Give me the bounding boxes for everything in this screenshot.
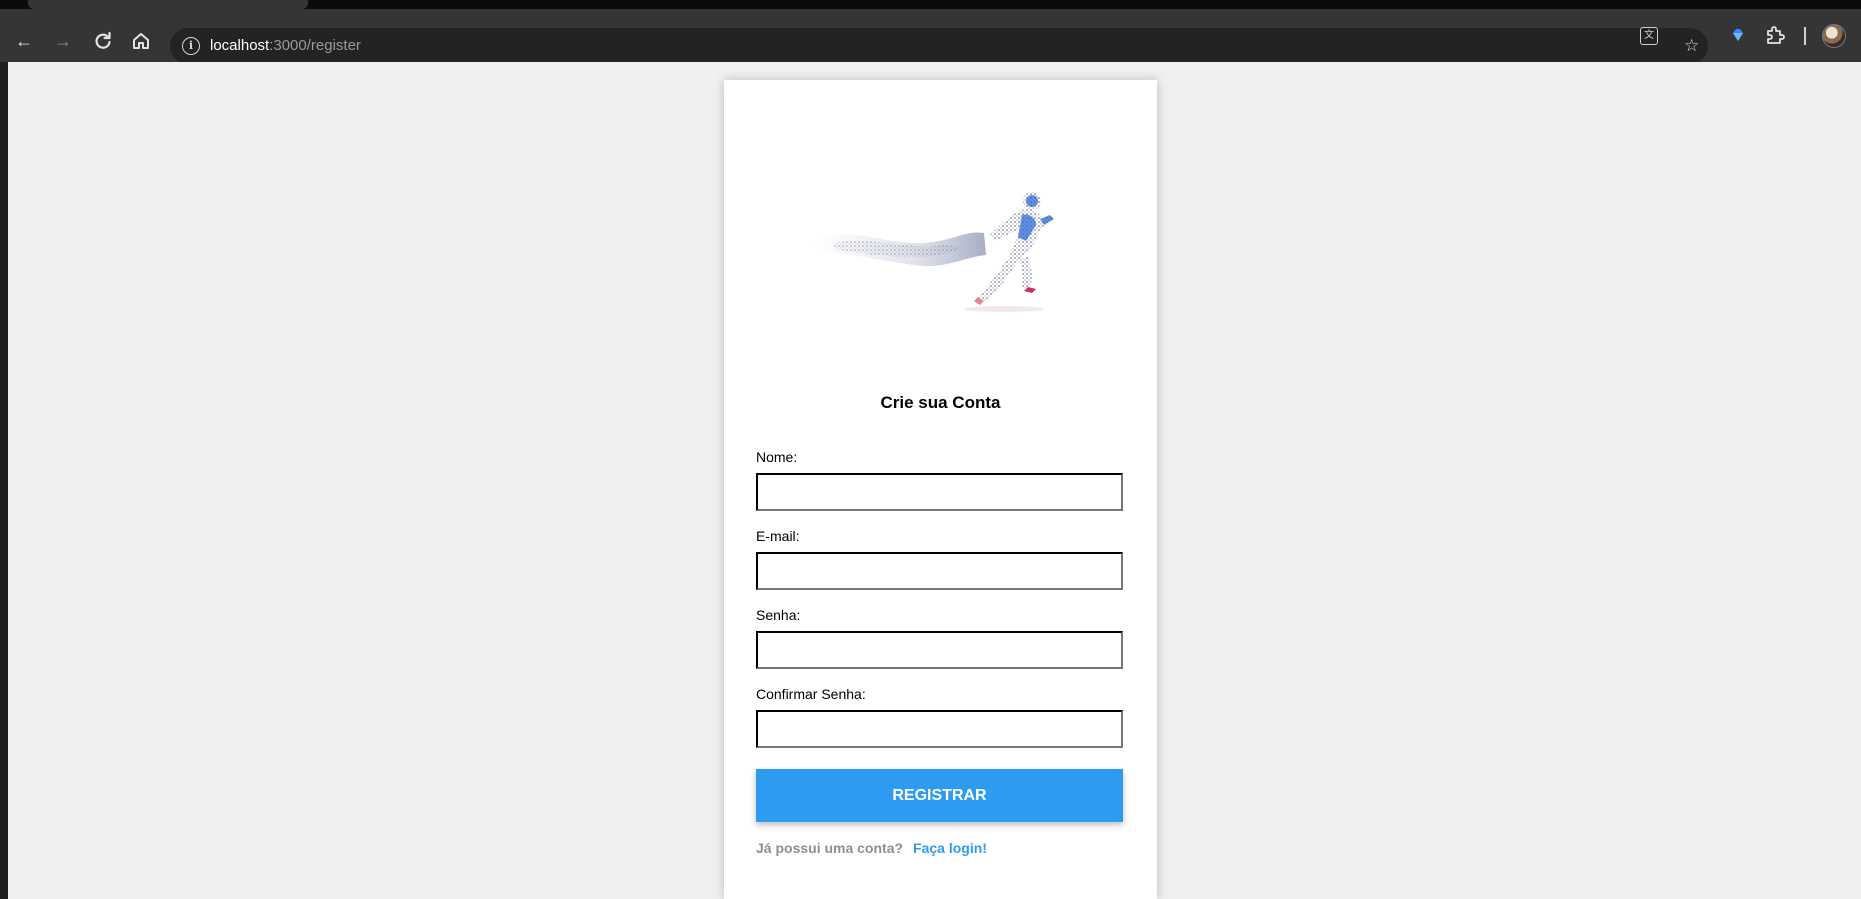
reload-icon[interactable] — [91, 29, 115, 53]
profile-avatar[interactable] — [1822, 24, 1846, 48]
email-label: E-mail: — [756, 528, 800, 544]
login-prompt-text: Já possui uma conta? — [756, 840, 904, 856]
confirm-password-label: Confirmar Senha: — [756, 686, 866, 702]
password-input[interactable] — [756, 631, 1123, 669]
translate-icon[interactable]: 文 — [1640, 27, 1658, 45]
browser-toolbar: ← → i localhost:3000/register ☆ 文 — [0, 9, 1861, 64]
toolbar-divider — [1804, 27, 1806, 45]
home-icon[interactable] — [129, 29, 153, 53]
register-button[interactable]: REGISTRAR — [756, 769, 1123, 822]
login-link[interactable]: Faça login! — [913, 840, 987, 856]
password-label: Senha: — [756, 607, 801, 623]
address-bar[interactable]: i localhost:3000/register ☆ — [170, 28, 1708, 64]
runner-illustration — [814, 192, 1054, 312]
back-arrow-icon[interactable]: ← — [12, 29, 36, 53]
active-tab[interactable] — [28, 0, 308, 9]
page-viewport: Crie sua Conta Nome: E-mail: Senha: Conf… — [8, 62, 1861, 899]
url-text[interactable]: localhost:3000/register — [210, 37, 361, 55]
email-input[interactable] — [756, 552, 1123, 590]
form-title: Crie sua Conta — [880, 393, 1001, 412]
extension-gem-icon[interactable] — [1731, 28, 1745, 42]
register-card: Crie sua Conta Nome: E-mail: Senha: Conf… — [724, 80, 1157, 899]
forward-arrow-icon[interactable]: → — [51, 29, 75, 53]
login-prompt-row: Já possui uma conta? Faça login! — [756, 840, 987, 856]
site-info-icon[interactable]: i — [182, 37, 200, 55]
confirm-password-input[interactable] — [756, 710, 1123, 748]
bookmark-star-icon[interactable]: ☆ — [1684, 37, 1699, 55]
extensions-puzzle-icon[interactable] — [1764, 24, 1786, 46]
name-label: Nome: — [756, 449, 798, 465]
name-input[interactable] — [756, 473, 1123, 511]
